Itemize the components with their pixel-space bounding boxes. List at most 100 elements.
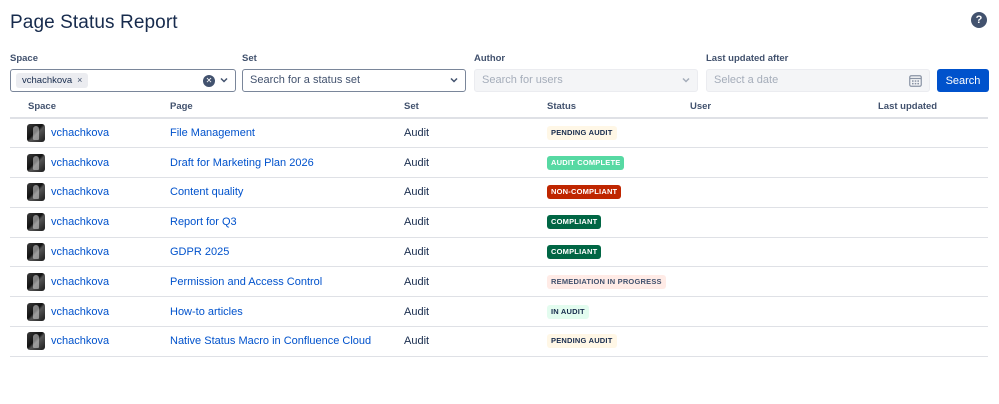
page-link[interactable]: Draft for Marketing Plan 2026 <box>170 157 314 169</box>
last-updated-cell <box>878 326 988 357</box>
set-cell: Audit <box>404 237 547 268</box>
last-updated-cell <box>878 296 988 328</box>
table-row: vchachkova Content quality Audit NON-COMPLI… <box>10 177 988 208</box>
table-row: vchachkova File Management Audit PENDING AU… <box>10 118 988 149</box>
page-cell: Report for Q3 <box>170 207 404 238</box>
set-cell: Audit <box>404 207 547 238</box>
status-badge: COMPLIANT <box>547 215 602 230</box>
space-cell: vchachkova <box>10 237 170 268</box>
author-filter-label: Author <box>474 53 506 64</box>
user-cell <box>690 207 878 238</box>
avatar <box>27 153 45 172</box>
last-updated-cell <box>878 147 988 179</box>
space-link[interactable]: vchachkova <box>51 246 109 258</box>
table-row: vchachkova GDPR 2025 Audit COMPLIANT <box>10 237 988 268</box>
space-link[interactable]: vchachkova <box>51 335 109 347</box>
page-cell: How-to articles <box>170 296 404 328</box>
status-cell: AUDIT COMPLETE <box>547 147 690 179</box>
page-cell: Content quality <box>170 177 404 208</box>
page-cell: Draft for Marketing Plan 2026 <box>170 147 404 179</box>
column-header-page[interactable]: Page <box>170 96 404 119</box>
page-link[interactable]: Native Status Macro in Confluence Cloud <box>170 335 371 347</box>
set-filter-label: Set <box>242 53 257 64</box>
author-select-placeholder: Search for users <box>482 74 563 86</box>
last-updated-cell <box>878 266 988 298</box>
column-header-space[interactable]: Space <box>10 96 170 119</box>
chip-remove-icon[interactable]: × <box>77 73 82 88</box>
user-cell <box>690 237 878 268</box>
column-header-last-updated[interactable]: Last updated <box>878 96 988 119</box>
status-badge: NON-COMPLIANT <box>547 185 622 200</box>
clear-icon[interactable]: ✕ <box>203 75 215 87</box>
table-row: vchachkova Native Status Macro in Conflue… <box>10 326 988 357</box>
column-header-set[interactable]: Set <box>404 96 547 119</box>
chevron-down-icon[interactable] <box>681 74 691 86</box>
author-select[interactable]: Search for users <box>474 69 698 92</box>
avatar <box>27 243 45 262</box>
user-cell <box>690 177 878 208</box>
table-header-row: Space Page Set Status User Last updated <box>10 96 988 119</box>
date-picker-placeholder: Select a date <box>714 74 779 86</box>
avatar <box>27 183 45 202</box>
space-link[interactable]: vchachkova <box>51 306 109 318</box>
set-cell: Audit <box>404 147 547 179</box>
set-select-placeholder: Search for a status set <box>250 74 361 86</box>
chevron-down-icon[interactable] <box>219 74 229 86</box>
calendar-icon[interactable] <box>909 74 922 87</box>
space-filter-label: Space <box>10 53 38 64</box>
avatar <box>27 272 45 291</box>
page-link[interactable]: File Management <box>170 127 255 139</box>
filter-bar: Space vchachkova × ✕ Set Search for a st… <box>10 53 990 93</box>
page-title: Page Status Report <box>10 12 178 33</box>
last-updated-cell <box>878 177 988 208</box>
status-cell: NON-COMPLIANT <box>547 177 690 208</box>
user-cell <box>690 147 878 179</box>
status-cell: PENDING AUDIT <box>547 118 690 149</box>
space-link[interactable]: vchachkova <box>51 216 109 228</box>
status-badge: COMPLIANT <box>547 245 602 260</box>
table-row: vchachkova Permission and Access Control A… <box>10 266 988 298</box>
last-updated-cell <box>878 207 988 238</box>
page-link[interactable]: Content quality <box>170 186 243 198</box>
space-link[interactable]: vchachkova <box>51 276 109 288</box>
page-link[interactable]: How-to articles <box>170 306 243 318</box>
page-cell: File Management <box>170 118 404 149</box>
column-header-user[interactable]: User <box>690 96 878 119</box>
space-cell-content: vchachkova <box>27 272 170 291</box>
page-link[interactable]: GDPR 2025 <box>170 246 229 258</box>
space-link[interactable]: vchachkova <box>51 157 109 169</box>
status-badge: PENDING AUDIT <box>547 126 617 141</box>
space-cell-content: vchachkova <box>27 302 170 321</box>
space-cell: vchachkova <box>10 207 170 238</box>
user-cell <box>690 296 878 328</box>
set-cell: Audit <box>404 326 547 357</box>
search-button[interactable]: Search <box>937 69 989 92</box>
help-icon[interactable]: ? <box>971 12 987 28</box>
date-picker[interactable]: Select a date <box>706 69 930 92</box>
status-badge: IN AUDIT <box>547 304 589 319</box>
column-header-status[interactable]: Status <box>547 96 690 119</box>
space-link[interactable]: vchachkova <box>51 127 109 139</box>
space-cell: vchachkova <box>10 326 170 357</box>
last-updated-filter-label: Last updated after <box>706 53 789 64</box>
space-chip-label: vchachkova <box>22 75 73 86</box>
space-link[interactable]: vchachkova <box>51 186 109 198</box>
space-chip: vchachkova × <box>16 73 89 88</box>
space-cell-content: vchachkova <box>27 332 170 351</box>
set-select[interactable]: Search for a status set <box>242 69 466 92</box>
space-cell-content: vchachkova <box>27 243 170 262</box>
page-link[interactable]: Permission and Access Control <box>170 276 322 288</box>
user-cell <box>690 118 878 149</box>
status-cell: COMPLIANT <box>547 237 690 268</box>
space-select[interactable]: vchachkova × ✕ <box>10 69 236 92</box>
set-cell: Audit <box>404 266 547 298</box>
table-row: vchachkova Draft for Marketing Plan 2026 A… <box>10 147 988 179</box>
page-cell: Permission and Access Control <box>170 266 404 298</box>
space-cell: vchachkova <box>10 266 170 298</box>
page-link[interactable]: Report for Q3 <box>170 216 237 228</box>
status-cell: REMEDIATION IN PROGRESS <box>547 266 690 298</box>
status-cell: COMPLIANT <box>547 207 690 238</box>
chevron-down-icon[interactable] <box>449 74 459 86</box>
status-badge: REMEDIATION IN PROGRESS <box>547 274 666 289</box>
space-cell: vchachkova <box>10 296 170 328</box>
